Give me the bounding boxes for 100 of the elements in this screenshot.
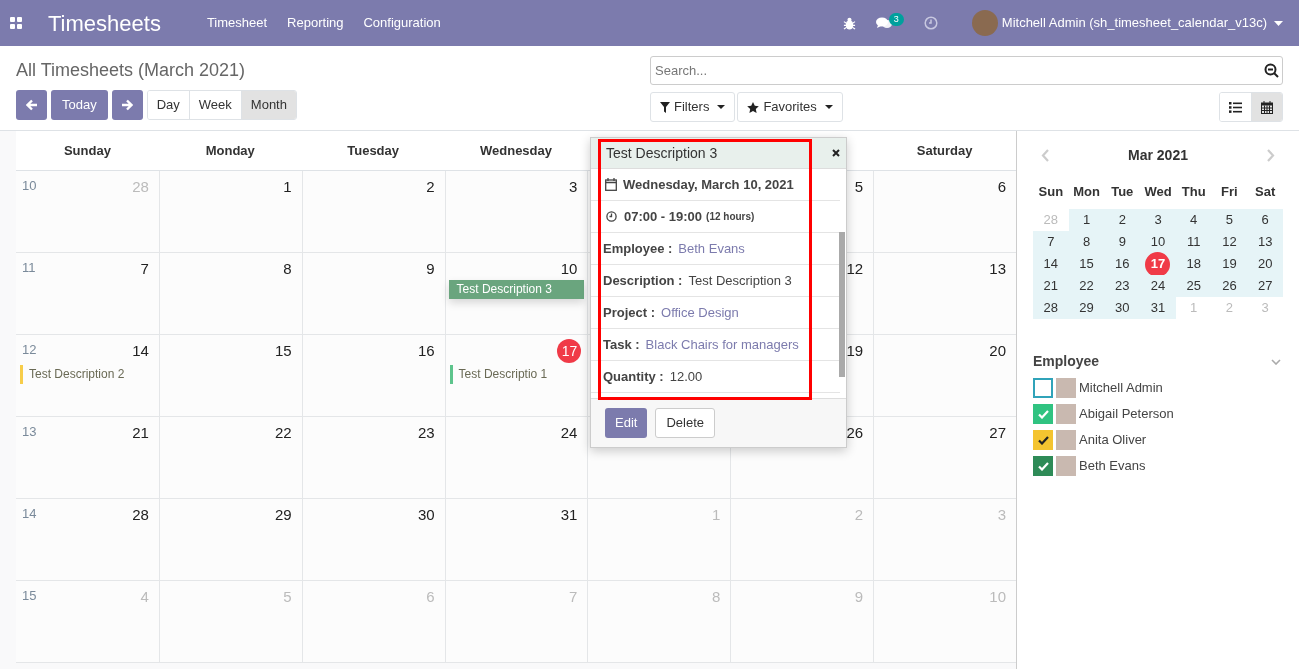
weekday-label: Thu [1180, 183, 1207, 202]
search-icon[interactable] [1264, 63, 1279, 78]
day-number: 20 [989, 341, 1006, 361]
app-title: Timesheets [48, 9, 161, 38]
date-number[interactable]: 12 [1222, 232, 1237, 252]
day-number: 26 [846, 423, 864, 443]
date-number[interactable]: 4 [1190, 210, 1198, 230]
avatar [1056, 404, 1076, 424]
date-number[interactable]: 28 [1043, 298, 1059, 318]
day-number: 9 [854, 587, 864, 607]
view-scale-tab[interactable]: Month [240, 91, 296, 119]
avatar [1056, 430, 1076, 450]
date-number[interactable]: 26 [1222, 276, 1237, 296]
search-field[interactable]: Search... [650, 56, 1283, 85]
day-number: 2 [854, 505, 864, 525]
list-icon [1229, 101, 1242, 113]
checkbox[interactable] [1033, 456, 1053, 476]
week-number: 14 [22, 505, 37, 523]
page-title: All Timesheets (March 2021) [16, 59, 247, 82]
date-number[interactable]: 1 [1082, 210, 1091, 230]
date-number[interactable]: 22 [1079, 276, 1094, 296]
weekday-header: Tuesday [346, 141, 400, 160]
day-number: 6 [426, 587, 435, 607]
checkbox[interactable] [1033, 430, 1053, 450]
calendar-view-button[interactable] [1251, 93, 1282, 121]
day-number: 19 [846, 341, 864, 361]
date-number[interactable]: 24 [1150, 276, 1166, 296]
weekday-label: Sat [1254, 183, 1277, 202]
avatar [971, 10, 998, 36]
day-number: 21 [132, 423, 149, 443]
clock-icon[interactable] [923, 16, 938, 30]
weekday-header: Saturday [915, 141, 974, 160]
field-link[interactable]: Beth Evans [678, 238, 745, 259]
clock-icon [606, 211, 617, 222]
previous-button[interactable] [16, 90, 47, 120]
check-icon [1037, 461, 1049, 471]
date-number[interactable]: 27 [1257, 276, 1273, 296]
day-number: 3 [569, 177, 578, 197]
checkbox[interactable] [1033, 378, 1053, 398]
today-button[interactable]: Today [51, 90, 108, 120]
field-label: Description : [603, 271, 683, 290]
menu-link[interactable]: Timesheet [206, 13, 268, 33]
weekday-label: Mon [1072, 183, 1101, 202]
field-link[interactable]: Black Chairs for managers [645, 334, 799, 355]
date-number[interactable]: 9 [1118, 232, 1126, 252]
employee-name[interactable]: Anita Oliver [1079, 430, 1147, 450]
edit-button[interactable]: Edit [605, 408, 648, 438]
bug-icon[interactable] [842, 16, 856, 30]
date-number[interactable]: 19 [1222, 254, 1237, 274]
menu-link[interactable]: Configuration [363, 13, 441, 33]
weekday-header: Sunday [62, 141, 112, 160]
date-number[interactable]: 15 [1079, 254, 1094, 274]
day-number: 30 [417, 505, 435, 525]
calendar-event[interactable]: Test Descriptio 1 [449, 365, 584, 384]
close-icon[interactable] [832, 149, 840, 157]
date-number[interactable]: 6 [1261, 210, 1269, 230]
date-number[interactable]: 14 [1043, 254, 1059, 274]
favorites-button[interactable]: Favorites [737, 92, 843, 122]
date-number[interactable]: 7 [1047, 232, 1055, 252]
date-number[interactable]: 11 [1186, 232, 1201, 252]
date-number[interactable]: 25 [1186, 276, 1201, 296]
apps-menu-icon[interactable] [10, 17, 22, 29]
user-menu[interactable]: Mitchell Admin (sh_timesheet_calendar_v13c) [1001, 13, 1267, 33]
date-number[interactable]: 16 [1115, 254, 1130, 274]
employee-name[interactable]: Abigail Peterson [1079, 404, 1174, 424]
day-number: 24 [560, 423, 578, 443]
avatar [1056, 378, 1076, 398]
date-number[interactable]: 18 [1186, 254, 1201, 274]
calendar-event[interactable]: Test Description 2 [20, 365, 155, 384]
field-link[interactable]: Office Design [661, 302, 739, 323]
date-number[interactable]: 29 [1079, 298, 1094, 318]
date-number[interactable]: 13 [1257, 232, 1273, 252]
field-label: Employee : [603, 239, 673, 258]
employee-name[interactable]: Mitchell Admin [1079, 378, 1163, 398]
day-number: 3 [997, 505, 1006, 525]
checkbox[interactable] [1033, 404, 1053, 424]
chevron-down-icon[interactable] [1271, 358, 1281, 365]
date-number[interactable]: 3 [1154, 210, 1162, 230]
caret-icon[interactable] [1274, 20, 1283, 26]
delete-button[interactable]: Delete [655, 408, 715, 438]
employee-name[interactable]: Beth Evans [1079, 456, 1146, 476]
date-number[interactable]: 10 [1150, 232, 1166, 252]
chat-icon[interactable] [875, 16, 892, 30]
scrollbar[interactable] [839, 232, 845, 377]
field-value: 12.00 [669, 367, 703, 386]
date-number[interactable]: 21 [1043, 276, 1059, 296]
date-number[interactable]: 31 [1150, 298, 1166, 318]
day-number: 7 [140, 259, 149, 279]
date-number[interactable]: 2 [1118, 210, 1126, 230]
menu-link[interactable]: Reporting [287, 13, 344, 33]
date-number[interactable]: 8 [1082, 232, 1091, 252]
weekday-label: Wed [1143, 183, 1173, 202]
date-number[interactable]: 23 [1115, 276, 1130, 296]
popover-title: Test Description 3 [606, 143, 718, 163]
next-button[interactable] [111, 90, 143, 120]
date-number[interactable]: 5 [1225, 210, 1234, 230]
filters-button[interactable]: Filters [650, 92, 736, 122]
day-number: 17 [557, 339, 582, 363]
date-number[interactable]: 30 [1115, 298, 1130, 318]
date-number[interactable]: 20 [1257, 254, 1273, 274]
